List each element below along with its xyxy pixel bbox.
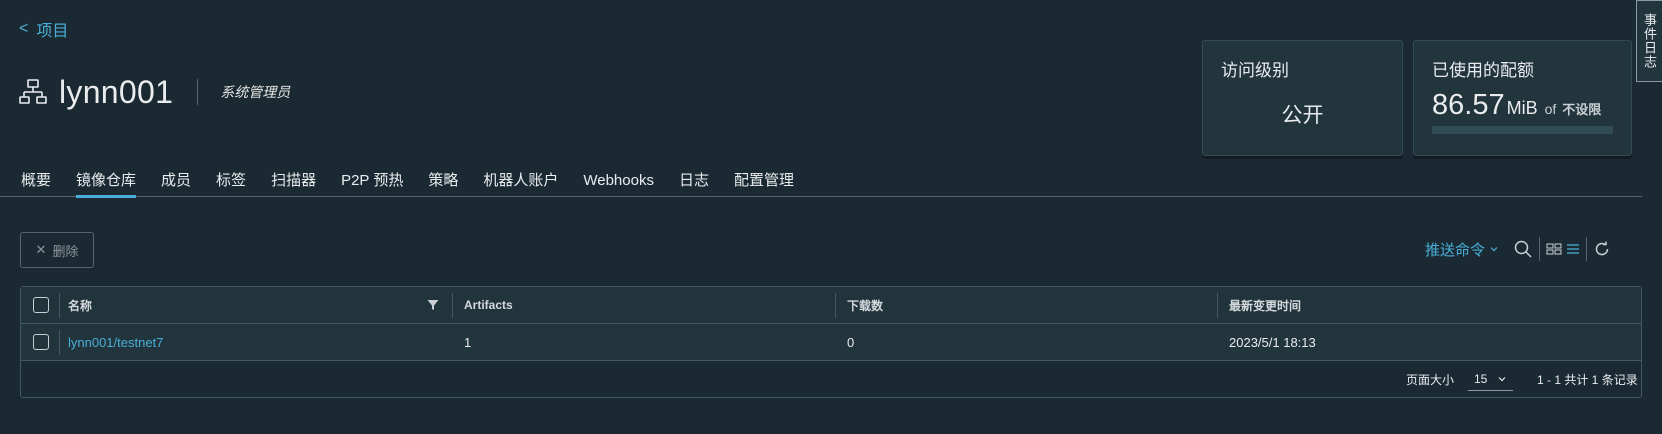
quota-title: 已使用的配额 [1432,61,1534,80]
tab-7[interactable]: 机器人账户 [483,168,558,197]
quota-usage: 86.57 MiB of 不设限 [1432,89,1601,122]
column-header-name[interactable]: 名称 [68,287,92,323]
select-all-checkbox[interactable] [33,297,49,313]
repository-table: 名称 Artifacts 下载数 最新变更时间 lynn001/testnet7… [20,286,1642,398]
tab-5[interactable]: P2P 预热 [341,168,403,197]
column-header-downloads[interactable]: 下载数 [847,287,883,323]
search-button[interactable] [1513,238,1533,260]
page-size-value: 15 [1474,371,1488,386]
list-view-button[interactable] [1566,238,1580,260]
access-level-card: 访问级别 公开 [1202,40,1403,156]
tab-6[interactable]: 策略 [428,168,458,197]
pagination-summary: 1 - 1 共计 1 条记录 [1537,373,1638,387]
card-view-button[interactable] [1546,238,1562,260]
back-chevron-icon: < [19,20,29,37]
download-count: 0 [847,334,855,350]
list-view-icon [1567,244,1580,254]
user-role: 系统管理员 [220,84,291,100]
event-log-tab[interactable]: 事件日志 [1636,0,1662,82]
toolbar-divider [1586,237,1588,261]
close-icon: ✕ [35,242,47,257]
toolbar-divider [1539,237,1541,261]
row-select-cell [33,324,49,360]
chevron-down-icon [1498,376,1506,381]
artifacts-count: 1 [464,334,472,350]
project-header: lynn001 系统管理员 [19,70,290,114]
refresh-icon [1595,241,1609,256]
page-size-label: 页面大小 [1406,373,1455,387]
tab-8[interactable]: Webhooks [583,168,654,197]
table-row: lynn001/testnet7 1 0 2023/5/1 18:13 [21,324,1641,361]
back-to-projects-link[interactable]: < 项目 [19,17,68,41]
tab-9[interactable]: 日志 [679,168,709,197]
column-header-artifacts[interactable]: Artifacts [464,287,513,323]
column-divider [59,293,60,318]
quota-card: 已使用的配额 86.57 MiB of 不设限 [1413,40,1632,156]
quota-unit: MiB [1506,98,1538,118]
row-checkbox[interactable] [33,334,49,350]
push-command-dropdown[interactable]: 推送命令 [1425,239,1499,260]
repository-name-link[interactable]: lynn001/testnet7 [68,324,163,360]
access-level-title: 访问级别 [1221,61,1289,80]
tab-1[interactable]: 镜像仓库 [76,168,137,198]
project-icon [19,79,47,104]
search-icon [1514,240,1532,258]
refresh-button[interactable] [1593,238,1611,260]
column-divider [835,293,836,318]
name-filter-button[interactable] [427,287,439,323]
event-log-label: 事件日志 [1642,13,1657,69]
tab-10[interactable]: 配置管理 [734,168,794,197]
grid-view-icon [1546,243,1562,255]
tab-2[interactable]: 成员 [161,168,191,197]
page-size-select[interactable]: 15 [1468,367,1513,391]
push-command-label: 推送命令 [1425,241,1486,259]
tab-4[interactable]: 扫描器 [271,168,316,197]
delete-button[interactable]: ✕ 删除 [20,232,94,268]
column-divider [1217,293,1218,318]
chevron-down-icon [1490,247,1498,252]
updated-time: 2023/5/1 18:13 [1229,334,1316,350]
column-header-updated[interactable]: 最新变更时间 [1229,287,1301,323]
repo-toolbar: 推送命令 [1425,234,1611,264]
back-link-label: 项目 [36,23,69,40]
quota-limit: 不设限 [1562,102,1602,117]
page-title: lynn001 [59,73,174,110]
tab-0[interactable]: 概要 [21,168,51,197]
access-level-value: 公开 [1281,104,1324,127]
quota-used-value: 86.57 [1432,89,1505,121]
filter-icon [427,300,439,310]
select-all-cell [33,287,49,323]
table-header: 名称 Artifacts 下载数 最新变更时间 [21,287,1641,324]
tab-3[interactable]: 标签 [216,168,246,197]
quota-of-label: of [1544,101,1557,117]
quota-progress-bar [1432,126,1613,134]
table-footer: 页面大小 15 1 - 1 共计 1 条记录 [21,361,1641,397]
title-divider [197,79,199,105]
column-divider [59,330,60,355]
column-divider [452,293,453,318]
project-tabs: 概要 镜像仓库 成员 标签 扫描器 P2P 预热 策略 机器人账户 Webhooks 日志 配置管理 [0,168,1642,198]
delete-button-label: 删除 [52,243,79,259]
